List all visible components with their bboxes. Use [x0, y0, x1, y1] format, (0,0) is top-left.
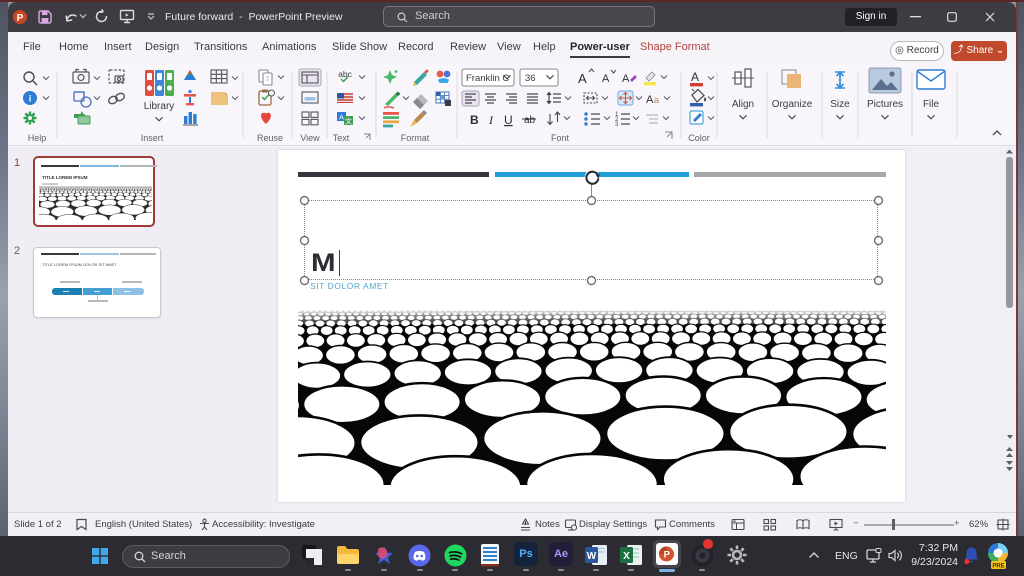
svg-text:X: X	[623, 551, 630, 562]
svg-text:Pictures: Pictures	[867, 99, 903, 110]
svg-text:Insert: Insert	[141, 133, 164, 143]
svg-text:A: A	[602, 73, 610, 85]
svg-text:Size: Size	[830, 99, 850, 110]
svg-text:View: View	[300, 133, 320, 143]
svg-text:a: a	[654, 95, 659, 105]
svg-text:P: P	[17, 13, 24, 24]
svg-text:A: A	[339, 115, 344, 122]
svg-text:A: A	[646, 94, 654, 106]
svg-text:File: File	[923, 99, 940, 110]
svg-text:I: I	[488, 113, 494, 127]
svg-text:i: i	[29, 94, 32, 104]
svg-text:A: A	[691, 70, 699, 84]
svg-text:Format: Format	[401, 133, 430, 143]
svg-text:abc: abc	[338, 69, 352, 79]
svg-text:36: 36	[525, 73, 536, 84]
svg-text:P: P	[664, 550, 671, 561]
svg-text:Help: Help	[28, 133, 47, 143]
svg-text:Color: Color	[688, 133, 710, 143]
svg-text:文: 文	[345, 117, 352, 126]
svg-text:ab: ab	[524, 115, 536, 126]
svg-text:Library: Library	[144, 101, 175, 112]
svg-text:U: U	[504, 113, 513, 127]
svg-text:B: B	[470, 113, 479, 127]
svg-text:Organize: Organize	[772, 99, 813, 110]
svg-text:A: A	[578, 71, 587, 86]
svg-text:Reuse: Reuse	[257, 133, 283, 143]
svg-text:Franklin C: Franklin C	[466, 73, 509, 84]
svg-text:PRE: PRE	[992, 563, 1004, 569]
svg-text:Font: Font	[551, 133, 570, 143]
svg-text:A: A	[622, 73, 630, 85]
svg-text:Align: Align	[732, 99, 754, 110]
svg-text:Text: Text	[333, 133, 350, 143]
svg-text:W: W	[587, 551, 597, 562]
svg-text:3: 3	[615, 122, 619, 128]
